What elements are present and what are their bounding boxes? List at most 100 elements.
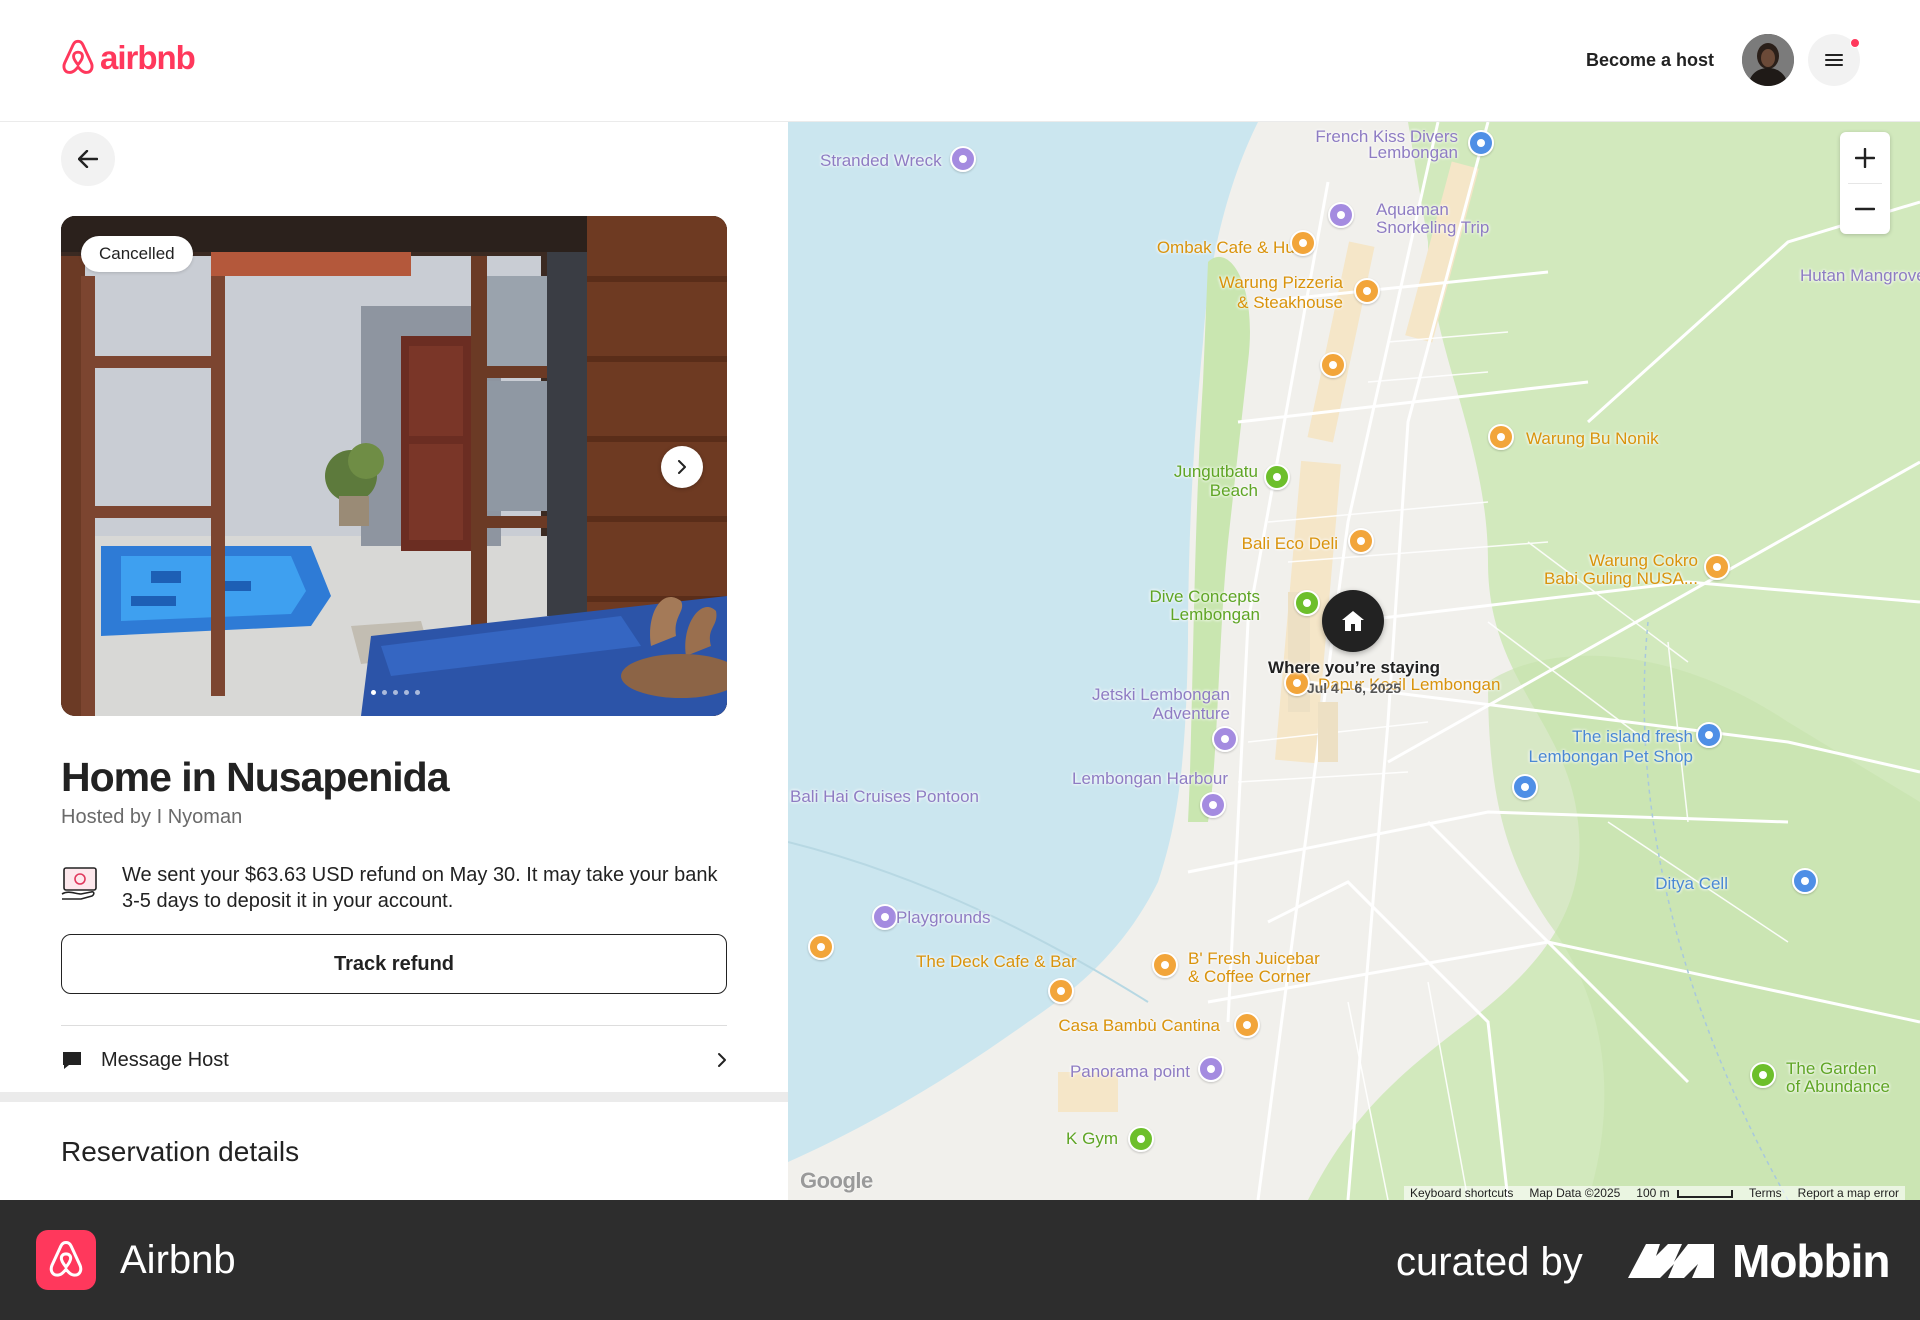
become-host-link[interactable]: Become a host: [1570, 36, 1730, 84]
airbnb-logo[interactable]: airbnb: [60, 38, 196, 78]
poi-label: Playgrounds: [896, 908, 991, 927]
cafe-pin-icon[interactable]: [1348, 528, 1374, 554]
pagination-dot: [393, 690, 398, 695]
poi-label: The island fresh: [1572, 727, 1693, 746]
airbnb-logo-text: airbnb: [100, 39, 196, 76]
poi-label: & Steakhouse: [1237, 293, 1343, 312]
track-refund-button[interactable]: Track refund: [61, 934, 727, 994]
top-header: airbnb Become a host: [0, 0, 1920, 122]
home-marker[interactable]: [1322, 590, 1384, 652]
poi-label: Ditya Cell: [1655, 874, 1728, 893]
shop-pin-icon[interactable]: [1468, 130, 1494, 156]
message-icon: [63, 1052, 81, 1069]
restaurant-pin-icon[interactable]: [1320, 352, 1346, 378]
zoom-out-button[interactable]: [1840, 183, 1890, 234]
message-host-label: Message Host: [101, 1048, 229, 1071]
beach-pin-icon[interactable]: [1264, 464, 1290, 490]
restaurant-pin-icon[interactable]: [1234, 1012, 1260, 1038]
shop-pin-icon[interactable]: [1512, 774, 1538, 800]
curated-by-label: curated by: [1396, 1240, 1583, 1284]
plus-icon: [1855, 147, 1875, 168]
report-map-error-link[interactable]: Report a map error: [1798, 1186, 1899, 1200]
restaurant-pin-icon[interactable]: [1354, 278, 1380, 304]
curation-footer: Airbnb curated by Mobbin: [0, 1200, 1920, 1320]
google-logo: Google: [800, 1168, 873, 1193]
listing-photo-image: [61, 216, 727, 716]
poi-label: Hutan Mangrove: [1800, 266, 1920, 285]
airbnb-app-icon: [36, 1230, 96, 1290]
attraction-pin-icon[interactable]: [1328, 202, 1354, 228]
poi-label: & Coffee Corner: [1188, 967, 1311, 986]
park-pin-icon[interactable]: [1750, 1062, 1776, 1088]
cafe-pin-icon[interactable]: [1048, 978, 1074, 1004]
airbnb-logo-icon: [62, 39, 94, 74]
poi-label: Babi Guling NUSA...: [1543, 569, 1698, 588]
bar-pin-icon[interactable]: [808, 934, 834, 960]
refund-icon: [61, 866, 99, 905]
poi-label: The Garden: [1786, 1059, 1877, 1078]
stay-label: Where you’re staying: [1268, 658, 1440, 677]
terms-link[interactable]: Terms: [1749, 1186, 1782, 1200]
poi-label: Ombak Cafe & Huts: [1156, 238, 1308, 257]
shop-pin-icon[interactable]: [1696, 722, 1722, 748]
pagination-dot: [415, 690, 420, 695]
message-host-row[interactable]: Message Host: [61, 1038, 727, 1082]
chevron-right-icon: [678, 460, 686, 474]
avatar[interactable]: [1742, 34, 1794, 86]
map-data-label: Map Data ©2025: [1529, 1186, 1621, 1200]
shop-pin-icon[interactable]: [1792, 868, 1818, 894]
zoom-separator: [1848, 183, 1882, 184]
gym-pin-icon[interactable]: [1128, 1126, 1154, 1152]
section-divider: [0, 1092, 788, 1102]
map-view[interactable]: Stranded Wreck French Kiss Divers Lembon…: [788, 122, 1920, 1200]
refund-message: We sent your $63.63 USD refund on May 30…: [122, 864, 718, 912]
attraction-pin-icon[interactable]: [872, 904, 898, 930]
restaurant-pin-icon[interactable]: [1152, 952, 1178, 978]
stay-dates: Jul 4 – 6, 2025: [1306, 680, 1402, 696]
restaurant-pin-icon[interactable]: [1290, 230, 1316, 256]
dive-pin-icon[interactable]: [1294, 590, 1320, 616]
zoom-in-button[interactable]: [1840, 132, 1890, 183]
profile-photo: [1742, 34, 1794, 86]
poi-label: of Abundance: [1786, 1077, 1890, 1096]
scale-bar-icon: [1677, 1189, 1733, 1198]
mobbin-logo-icon: [1626, 1238, 1716, 1287]
map-scale-label: 100 m: [1636, 1186, 1670, 1200]
zoom-controls: [1840, 132, 1890, 234]
chevron-right-icon: [718, 1053, 726, 1067]
poi-label: Panorama point: [1069, 1062, 1190, 1081]
poi-label: The Deck Cafe & Bar: [916, 952, 1077, 971]
mobbin-wordmark: Mobbin: [1732, 1235, 1890, 1287]
poi-label: Adventure: [1152, 704, 1231, 723]
poi-label: Bali Eco Deli: [1241, 534, 1338, 553]
poi-label: K Gym: [1066, 1129, 1118, 1148]
poi-label: Lembongan: [1368, 143, 1458, 162]
poi-label: Lembongan: [1170, 605, 1260, 624]
attraction-pin-icon[interactable]: [1198, 1056, 1224, 1082]
minus-icon: [1855, 207, 1875, 210]
poi-label: Warung Cokro: [1589, 551, 1698, 570]
next-photo-button[interactable]: [661, 446, 703, 488]
arrow-left-icon: [78, 150, 98, 168]
listing-photo[interactable]: Cancelled: [61, 216, 727, 716]
attraction-pin-icon[interactable]: [1200, 792, 1226, 818]
restaurant-pin-icon[interactable]: [1488, 424, 1514, 450]
reservation-details-heading: Reservation details: [61, 1136, 300, 1167]
attraction-pin-icon[interactable]: [1212, 726, 1238, 752]
poi-label: Beach: [1209, 481, 1258, 500]
cancelled-badge: Cancelled: [81, 236, 193, 272]
hamburger-menu-icon: [1825, 54, 1843, 66]
poi-label: Casa Bambù Cantina: [1058, 1016, 1220, 1035]
attraction-pin-icon[interactable]: [950, 146, 976, 172]
keyboard-shortcuts-link[interactable]: Keyboard shortcuts: [1410, 1186, 1513, 1200]
restaurant-pin-icon[interactable]: [1704, 554, 1730, 580]
back-button[interactable]: [61, 132, 115, 186]
poi-label: Warung Pizzeria: [1218, 273, 1343, 292]
pagination-dot: [371, 690, 376, 695]
poi-label: Aquaman: [1376, 200, 1449, 219]
poi-label: Snorkeling Trip: [1376, 218, 1490, 237]
photo-pagination-dots: [371, 690, 420, 695]
reservation-panel: Cancelled Home in Nusapenida Hosted by I…: [0, 122, 788, 1200]
pagination-dot: [382, 690, 387, 695]
poi-label: Lembongan Pet Shop: [1528, 747, 1693, 766]
